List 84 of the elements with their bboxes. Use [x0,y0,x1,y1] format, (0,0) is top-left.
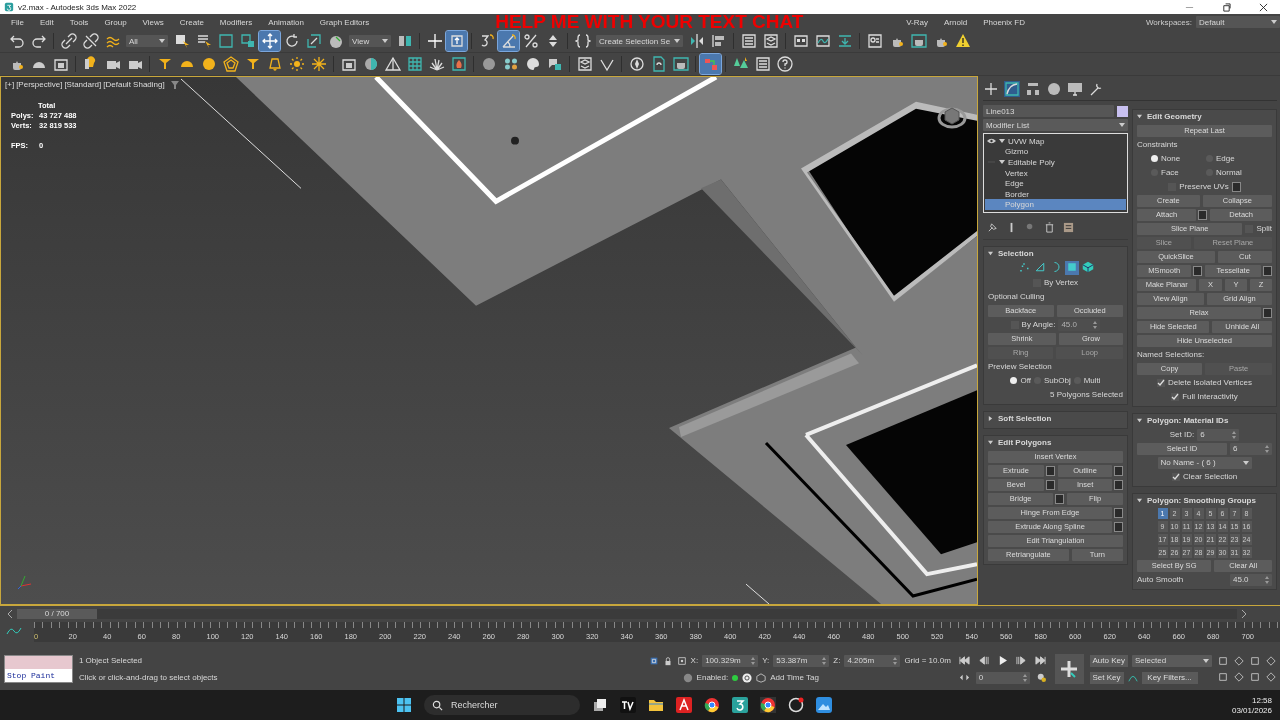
viewport-label[interactable]: [Default Shading] [103,80,165,89]
current-frame-field[interactable]: 0 [975,671,1030,684]
panel-label: Auto Smooth [1137,575,1185,584]
object-name-field[interactable]: Line013 [983,105,1114,117]
checkbox-label: By Angle: [1021,320,1056,329]
radio-label: Off [1020,376,1031,385]
stack-item[interactable]: Editable Poly [985,157,1126,168]
stack-sub-item[interactable]: Gizmo [985,146,1126,158]
workspaces-label: Workspaces: [1145,17,1192,27]
rollout-header[interactable]: Edit Polygons [984,436,1127,449]
radio-label: Edge [1216,154,1235,163]
menu-item[interactable]: Create [171,17,212,27]
checkbox-label: Full Interactivity [1182,392,1238,401]
stack-sub-item[interactable]: Vertex [985,167,1126,179]
checkbox-label: Clear Selection [1182,472,1238,481]
radio-label: None [1161,154,1181,163]
checkbox-label: Preserve UVs [1179,182,1229,191]
selection-status: 5 Polygons Selected [1050,390,1123,399]
radio-label: Multi [1083,376,1101,385]
workspaces-dropdown[interactable]: Default [1196,16,1280,28]
panel-label: Optional Culling [988,292,1046,301]
checkbox-label: Split [1256,224,1272,233]
spinner-label: Set ID: [1169,430,1195,439]
toolbar-dropdown[interactable]: All [126,35,168,47]
radio-label: Normal [1216,168,1242,177]
enabled-label: Enabled: [696,673,729,682]
radio-label: Face [1161,168,1179,177]
time-slider-track[interactable]: 0 / 700 [17,609,1237,619]
grid-size-label: Grid = 10.0m [904,656,951,665]
material-name-dropdown[interactable]: No Name - ( 6 ) [1157,456,1252,469]
coordinate-label: Y: [762,656,770,665]
spinner-field[interactable]: 45.0 [1230,573,1272,586]
radio-label: SubObj [1043,376,1071,385]
clock-time[interactable]: 12:58 [1252,695,1272,705]
menu-item[interactable]: Edit [31,17,62,27]
spinner-field[interactable]: 6 [1197,428,1240,441]
viewport-label[interactable]: [+] [5,80,15,89]
rollout-header[interactable]: Edit Geometry [1133,110,1276,123]
taskbar-search-field[interactable]: Rechercher [424,695,580,715]
prompt-text: Click or click-and-drag to select objects [78,673,219,682]
menu-item[interactable]: Views [134,17,172,27]
add-time-tag-label[interactable]: Add Time Tag [770,673,819,682]
stack-item[interactable]: UVW Map [985,136,1126,147]
viewport-label[interactable]: [Standard] [64,80,102,89]
panel-label: Named Selections: [1137,350,1206,359]
menu-item[interactable]: Phoenix FD [975,17,1033,27]
rollout-header[interactable]: Polygon: Smoothing Groups [1133,494,1276,507]
stop-paint-label[interactable]: Stop Paint [5,669,72,682]
menu-item[interactable]: Graph Editors [311,17,378,27]
overlay-caption: HELP ME WITH YOUR TEXT CHAT [495,14,805,30]
checkbox-label: Delete Isolated Vertices [1167,378,1252,387]
menu-item[interactable]: Tools [61,17,97,27]
menu-item[interactable]: Group [96,17,135,27]
menu-item[interactable]: V-Ray [898,17,936,27]
menu-item[interactable]: Animation [260,17,312,27]
coordinate-field[interactable]: 4.205m [844,654,901,667]
coordinate-label: X: [690,656,699,665]
modifier-list-dropdown[interactable]: Modifier List [983,119,1128,131]
coordinate-label: Z: [833,656,841,665]
stack-sub-item[interactable]: Edge [985,178,1126,189]
panel-label: Constraints [1137,140,1179,149]
stack-sub-item[interactable]: Border [985,188,1126,200]
stack-sub-item[interactable]: Polygon [985,199,1126,211]
clock-date[interactable]: 03/01/2026 [1231,705,1272,715]
viewport-label[interactable]: [Perspective] [16,80,63,89]
time-slider-thumb[interactable]: 0 / 700 [17,609,97,619]
toolbar-dropdown[interactable]: View [349,35,391,47]
menu-item[interactable]: Modifiers [211,17,261,27]
rollout-header[interactable]: Polygon: Material IDs [1133,414,1276,427]
menu-item[interactable]: Arnold [936,17,976,27]
auto-key-button[interactable]: Auto Key [1089,654,1128,667]
set-key-button[interactable]: Set Key [1089,671,1124,684]
spinner-field[interactable]: 6 [1230,442,1272,455]
panel-label: Preview Selection [988,362,1053,371]
coordinate-field[interactable]: 100.329m [702,654,759,667]
window-title: v2.max - Autodesk 3ds Max 2022 [18,2,137,12]
checkbox-label: By Vertex [1043,278,1079,287]
menu-item[interactable]: File [3,17,32,27]
toolbar-dropdown[interactable]: Create Selection Se [596,35,684,47]
key-filters-button[interactable]: Key Filters... [1141,671,1198,684]
rollout-header[interactable]: Selection [984,247,1127,260]
coordinate-field[interactable]: 53.387m [773,654,830,667]
selection-status: 1 Object Selected [78,656,144,665]
key-mode-dropdown[interactable]: Selected [1132,654,1212,667]
